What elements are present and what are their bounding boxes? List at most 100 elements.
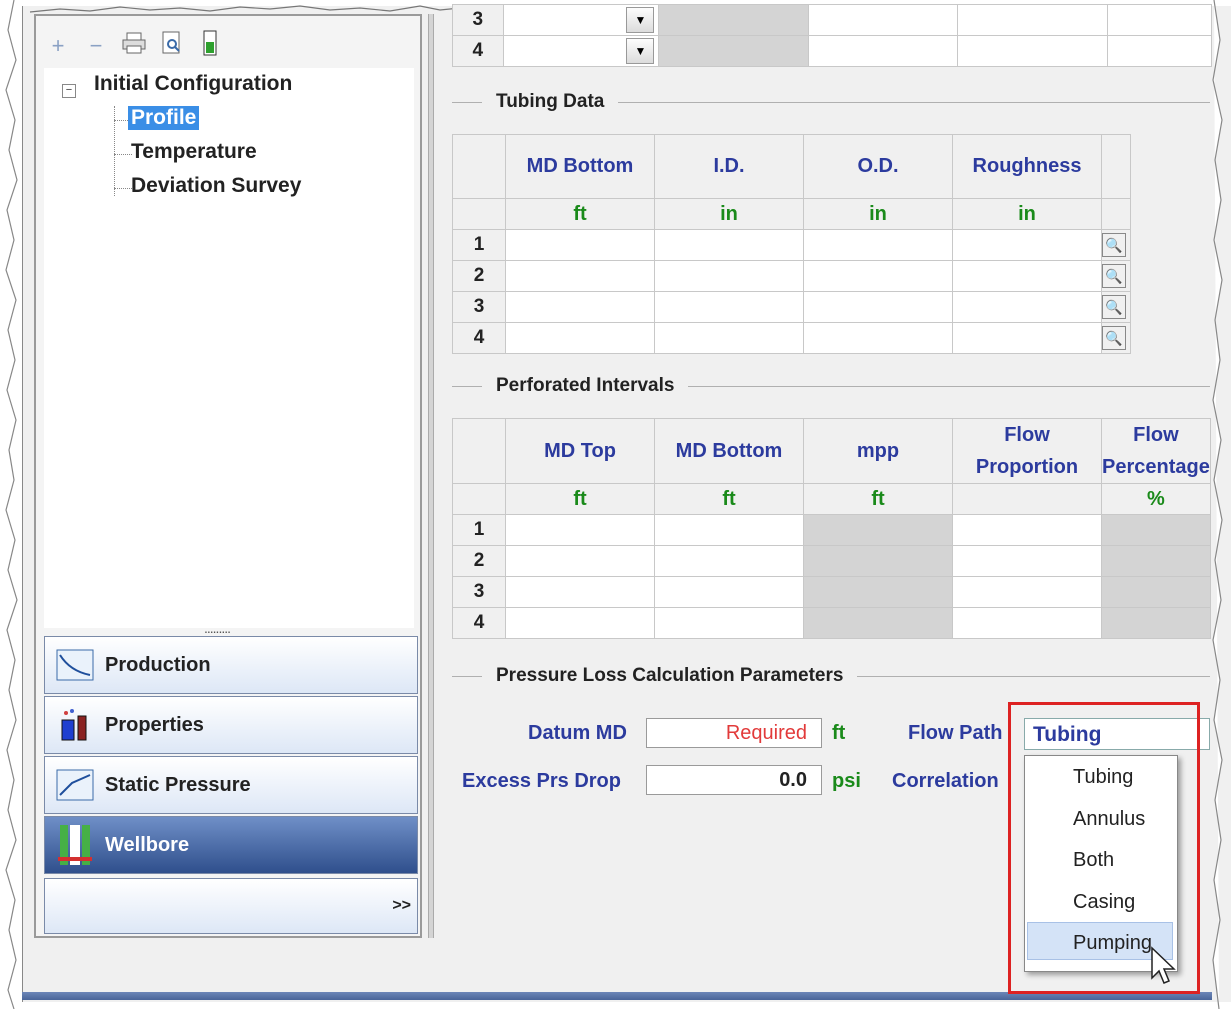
excess-prs-drop-field[interactable]: 0.0 [646, 765, 822, 795]
nav-properties[interactable]: Properties [44, 696, 418, 754]
pressure-section-title: Pressure Loss Calculation Parameters [496, 665, 844, 686]
tree-item-temperature[interactable]: Temperature [131, 140, 257, 164]
table-cell[interactable]: ▼ [502, 4, 660, 36]
table-cell[interactable] [952, 576, 1102, 608]
collapse-icon[interactable]: − [62, 84, 76, 98]
table-cell[interactable] [505, 291, 655, 323]
row-header: 2 [452, 260, 506, 292]
chevron-down-icon[interactable]: ▼ [626, 7, 655, 33]
battery-icon[interactable] [198, 30, 222, 62]
table-cell[interactable] [654, 607, 804, 639]
corner-cell [1101, 134, 1131, 199]
table-cell [1101, 576, 1211, 608]
top-table: 3 ▼ 4 ▼ [452, 4, 1213, 67]
splitter-grip[interactable]: ......... [204, 620, 231, 636]
print-preview-icon[interactable] [160, 31, 184, 61]
table-cell[interactable] [952, 545, 1102, 577]
tree-item-profile[interactable]: Profile [128, 106, 200, 130]
tubing-section-header: Tubing Data [452, 91, 1210, 112]
column-header-line: Flow [1133, 424, 1179, 446]
unit-cell: ft [505, 483, 655, 515]
table-cell[interactable] [654, 260, 804, 292]
add-icon[interactable]: + [46, 33, 70, 59]
properties-icon [55, 707, 95, 743]
table-cell[interactable] [957, 35, 1108, 67]
unit-cell: ft [803, 483, 953, 515]
column-header-line: Flow [1004, 424, 1050, 446]
table-cell[interactable] [952, 291, 1102, 323]
column-header: I.D. [654, 134, 804, 199]
unit-cell: in [654, 198, 804, 230]
nav-more-label: >> [392, 897, 411, 914]
table-cell[interactable] [654, 229, 804, 261]
table-cell[interactable] [803, 291, 953, 323]
print-icon[interactable] [122, 32, 146, 60]
tree-branch [114, 188, 132, 189]
nav-wellbore[interactable]: Wellbore [44, 816, 418, 874]
remove-icon[interactable]: − [84, 33, 108, 59]
table-cell[interactable] [803, 260, 953, 292]
torn-edge-left [5, 0, 18, 1009]
nav-production[interactable]: Production [44, 636, 418, 694]
table-cell[interactable] [952, 260, 1102, 292]
column-header: O.D. [803, 134, 953, 199]
table-cell[interactable] [505, 514, 655, 546]
table-cell[interactable] [952, 322, 1102, 354]
corner-cell [452, 134, 506, 199]
lookup-icon[interactable]: 🔍 [1102, 326, 1126, 350]
datum-md-label: Datum MD [528, 722, 627, 744]
tree-item-initial-configuration[interactable]: Initial Configuration [94, 72, 292, 96]
panel-splitter[interactable] [428, 14, 434, 938]
table-cell[interactable] [1106, 35, 1213, 67]
nav-static-pressure[interactable]: Static Pressure [44, 756, 418, 814]
corner-cell [1101, 198, 1131, 230]
table-cell [658, 4, 809, 36]
lookup-icon[interactable]: 🔍 [1102, 295, 1126, 319]
table-cell[interactable] [654, 322, 804, 354]
configuration-tree: − Initial Configuration Profile Temperat… [44, 68, 414, 628]
datum-md-field[interactable]: Required [646, 718, 822, 748]
chevron-down-icon[interactable]: ▼ [626, 38, 655, 64]
column-header-line: Percentage [1102, 456, 1210, 478]
nav-more-button[interactable]: >> [44, 878, 418, 934]
table-cell[interactable] [505, 322, 655, 354]
separator [452, 385, 482, 387]
tubing-section-title: Tubing Data [496, 91, 605, 112]
table-cell[interactable] [654, 291, 804, 323]
perforated-table: MD Top MD Bottom mpp Flow Proportion Flow… [452, 418, 1211, 639]
table-cell[interactable] [1106, 4, 1213, 36]
table-cell[interactable] [505, 229, 655, 261]
table-cell[interactable] [803, 229, 953, 261]
unit-cell: % [1101, 483, 1211, 515]
corner-cell [452, 418, 506, 484]
separator [452, 675, 482, 677]
table-cell[interactable] [952, 514, 1102, 546]
table-cell[interactable] [807, 35, 959, 67]
table-cell[interactable] [654, 514, 804, 546]
correlation-label: Correlation [892, 770, 999, 792]
unit-cell [952, 483, 1102, 515]
row-header: 3 [452, 4, 504, 36]
table-cell [1101, 514, 1211, 546]
tubing-table: MD Bottom I.D. O.D. Roughness ft in in i… [452, 134, 1131, 354]
tree-item-deviation-survey[interactable]: Deviation Survey [131, 174, 301, 198]
perforated-section-header: Perforated Intervals [452, 375, 1210, 396]
table-cell[interactable] [957, 4, 1108, 36]
table-cell[interactable] [505, 607, 655, 639]
table-cell[interactable] [654, 545, 804, 577]
nav-static-pressure-label: Static Pressure [105, 773, 251, 796]
production-icon [55, 647, 95, 683]
table-cell[interactable] [505, 260, 655, 292]
flow-path-label: Flow Path [908, 722, 1003, 744]
lookup-icon[interactable]: 🔍 [1102, 233, 1126, 257]
table-cell[interactable]: ▼ [502, 35, 660, 67]
table-cell[interactable] [505, 576, 655, 608]
lookup-icon[interactable]: 🔍 [1102, 264, 1126, 288]
table-cell[interactable] [803, 322, 953, 354]
table-cell[interactable] [505, 545, 655, 577]
table-cell[interactable] [952, 229, 1102, 261]
table-cell[interactable] [654, 576, 804, 608]
table-cell[interactable] [807, 4, 959, 36]
excess-prs-drop-unit: psi [832, 770, 861, 792]
table-cell[interactable] [952, 607, 1102, 639]
